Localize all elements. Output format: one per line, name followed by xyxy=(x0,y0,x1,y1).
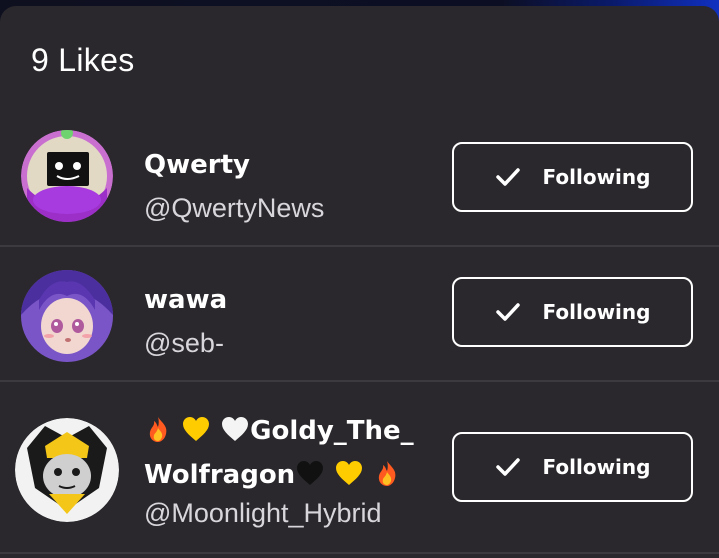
user-handle: @Moonlight_Hybrid xyxy=(144,498,382,528)
user-display-name-part-1: Goldy_The_ xyxy=(250,416,414,446)
yellow-heart-icon xyxy=(336,461,363,485)
fire-icon xyxy=(149,417,167,442)
divider xyxy=(0,552,719,554)
likes-sheet: 9 Likes Qwerty @QwertyNews Following waw… xyxy=(0,6,719,558)
divider xyxy=(0,380,719,382)
avatar[interactable] xyxy=(21,270,113,362)
user-display-name-line-2: Wolfragon xyxy=(144,453,401,497)
following-button[interactable]: Following xyxy=(452,142,693,212)
following-button[interactable]: Following xyxy=(452,432,693,502)
user-display-name-part-2: Wolfragon xyxy=(144,460,296,490)
following-button[interactable]: Following xyxy=(452,277,693,347)
following-button-label: Following xyxy=(542,300,651,324)
following-button-label: Following xyxy=(542,455,651,479)
black-heart-icon xyxy=(297,461,324,485)
check-icon xyxy=(495,303,520,321)
likes-count-title: 9 Likes xyxy=(31,42,135,78)
avatar[interactable] xyxy=(21,130,113,222)
white-heart-icon xyxy=(222,417,249,441)
check-icon xyxy=(495,168,520,186)
avatar[interactable] xyxy=(15,418,119,522)
check-icon xyxy=(495,458,520,476)
following-button-label: Following xyxy=(542,165,651,189)
user-display-name: wawa xyxy=(144,285,228,315)
yellow-heart-icon xyxy=(183,417,210,441)
user-handle: @QwertyNews xyxy=(144,193,325,223)
divider xyxy=(0,245,719,247)
user-display-name-line-1: Goldy_The_ xyxy=(144,409,414,453)
user-display-name: Qwerty xyxy=(144,150,250,180)
fire-icon xyxy=(379,461,396,486)
user-handle: @seb- xyxy=(144,328,224,358)
